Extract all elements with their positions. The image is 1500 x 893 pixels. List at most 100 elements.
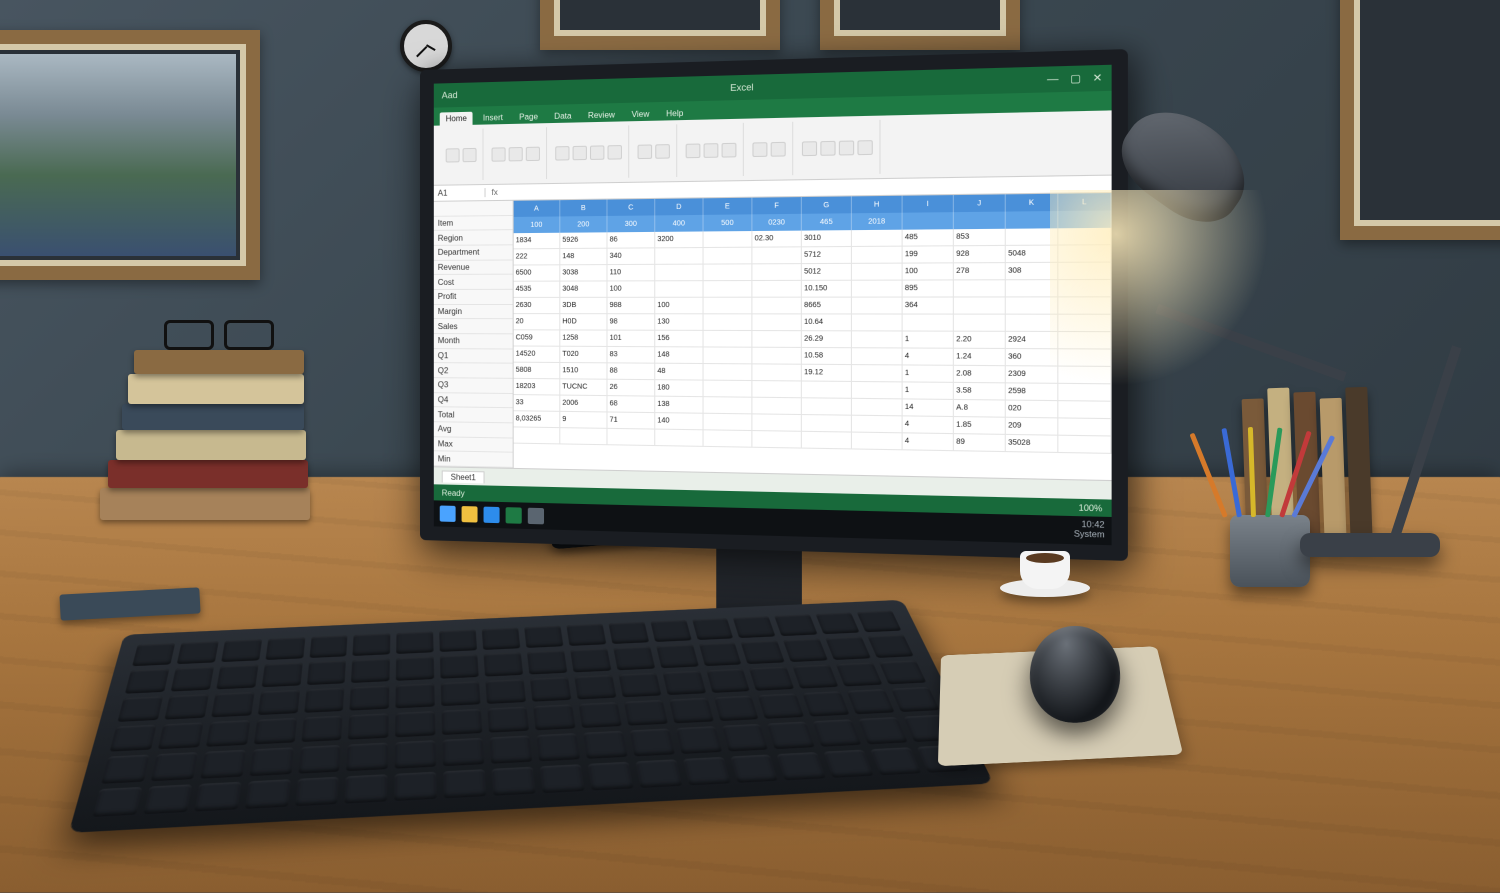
cell[interactable]: 148: [655, 347, 703, 364]
cell[interactable]: 100: [903, 263, 954, 280]
cell[interactable]: [1058, 384, 1111, 402]
cell[interactable]: [852, 416, 903, 434]
cell[interactable]: [852, 433, 903, 451]
ribbon-button[interactable]: [492, 147, 506, 161]
cell[interactable]: 88: [607, 363, 655, 380]
browser-icon[interactable]: [484, 507, 500, 524]
cell[interactable]: 140: [655, 413, 703, 430]
cell[interactable]: 2598: [1006, 383, 1059, 401]
cell[interactable]: [1058, 418, 1111, 436]
cell[interactable]: 3DB: [560, 298, 607, 314]
cell[interactable]: [752, 298, 801, 315]
column-header[interactable]: H: [852, 196, 903, 214]
column-header[interactable]: C: [607, 199, 655, 216]
tab-data[interactable]: Data: [548, 109, 578, 123]
cell[interactable]: 853: [954, 229, 1006, 247]
close-button[interactable]: ✕: [1093, 72, 1103, 84]
row-label[interactable]: Revenue: [434, 260, 513, 275]
cell[interactable]: 2630: [514, 298, 561, 314]
cell[interactable]: [954, 297, 1006, 314]
column-header[interactable]: F: [752, 197, 801, 214]
cell[interactable]: [852, 298, 903, 315]
cell[interactable]: [704, 331, 753, 348]
cell[interactable]: [1058, 280, 1111, 297]
cell[interactable]: 3038: [560, 265, 607, 282]
cell[interactable]: 199: [903, 246, 954, 263]
cell[interactable]: 89: [954, 434, 1006, 452]
cell[interactable]: [704, 430, 753, 447]
cell[interactable]: 5012: [802, 264, 852, 281]
cell[interactable]: [852, 281, 903, 298]
cell[interactable]: 1: [903, 382, 954, 400]
cell[interactable]: 148: [560, 249, 607, 266]
tab-insert[interactable]: Insert: [477, 111, 509, 125]
cell[interactable]: 928: [954, 246, 1006, 263]
cell[interactable]: 895: [903, 280, 954, 297]
column-header[interactable]: K: [1006, 194, 1059, 212]
cell[interactable]: 360: [1006, 349, 1059, 367]
cell[interactable]: [752, 314, 801, 331]
ribbon-button[interactable]: [446, 148, 460, 162]
cell[interactable]: [752, 431, 801, 449]
row-label[interactable]: Q1: [434, 349, 513, 364]
tab-page[interactable]: Page: [513, 110, 544, 124]
cell[interactable]: [1006, 297, 1059, 314]
cell[interactable]: 02.30: [752, 231, 801, 248]
cell[interactable]: 5808: [514, 363, 561, 380]
column-subheader[interactable]: 500: [704, 214, 753, 231]
cell[interactable]: [704, 381, 753, 398]
minimize-button[interactable]: —: [1047, 73, 1058, 85]
cell[interactable]: [1006, 315, 1059, 332]
cell[interactable]: 3200: [655, 231, 703, 248]
cell[interactable]: [704, 298, 753, 315]
cell[interactable]: 2.08: [954, 366, 1006, 384]
app-icon[interactable]: [528, 508, 544, 525]
cell[interactable]: [704, 347, 753, 364]
row-label[interactable]: Max: [434, 437, 513, 453]
cell[interactable]: 101: [607, 331, 655, 348]
cell[interactable]: 180: [655, 380, 703, 397]
cell[interactable]: [1058, 349, 1111, 367]
cell[interactable]: [852, 331, 903, 348]
cell[interactable]: 2.20: [954, 332, 1006, 349]
cell[interactable]: [704, 231, 753, 248]
ribbon-button[interactable]: [590, 145, 604, 160]
cell[interactable]: [560, 428, 607, 445]
row-label[interactable]: Month: [434, 334, 513, 349]
cell[interactable]: 2006: [560, 396, 607, 413]
column-subheader[interactable]: 200: [560, 216, 607, 233]
cell[interactable]: [704, 314, 753, 331]
cell[interactable]: 5048: [1006, 246, 1059, 264]
cell[interactable]: 1.85: [954, 417, 1006, 435]
cell[interactable]: 5926: [560, 232, 607, 249]
cell[interactable]: [1058, 297, 1111, 314]
cell[interactable]: [752, 331, 801, 348]
cell[interactable]: [655, 248, 703, 265]
cell[interactable]: 9: [560, 412, 607, 429]
cell[interactable]: 20: [514, 314, 561, 330]
cell[interactable]: 4: [903, 416, 954, 434]
cell[interactable]: 100: [607, 281, 655, 298]
cell[interactable]: [954, 280, 1006, 297]
cell[interactable]: [752, 398, 801, 415]
column-header[interactable]: A: [514, 200, 561, 217]
cell[interactable]: [607, 429, 655, 446]
column-subheader[interactable]: [903, 212, 954, 230]
row-label[interactable]: Q4: [434, 393, 513, 409]
name-box[interactable]: A1: [434, 188, 486, 198]
cell[interactable]: 10.64: [802, 314, 852, 331]
cell[interactable]: 4: [903, 433, 954, 451]
cell[interactable]: 8,03265: [514, 411, 561, 428]
cell[interactable]: A.8: [954, 400, 1006, 418]
cell[interactable]: 35028: [1006, 435, 1059, 453]
row-label[interactable]: Sales: [434, 319, 513, 334]
ribbon-button[interactable]: [820, 140, 835, 155]
cell[interactable]: [704, 264, 753, 281]
ribbon-button[interactable]: [686, 143, 701, 158]
cell[interactable]: [655, 281, 703, 298]
cell[interactable]: [954, 315, 1006, 332]
cell[interactable]: 130: [655, 314, 703, 331]
row-label[interactable]: Department: [434, 245, 513, 260]
cell[interactable]: [1058, 228, 1111, 246]
cell[interactable]: 485: [903, 229, 954, 246]
